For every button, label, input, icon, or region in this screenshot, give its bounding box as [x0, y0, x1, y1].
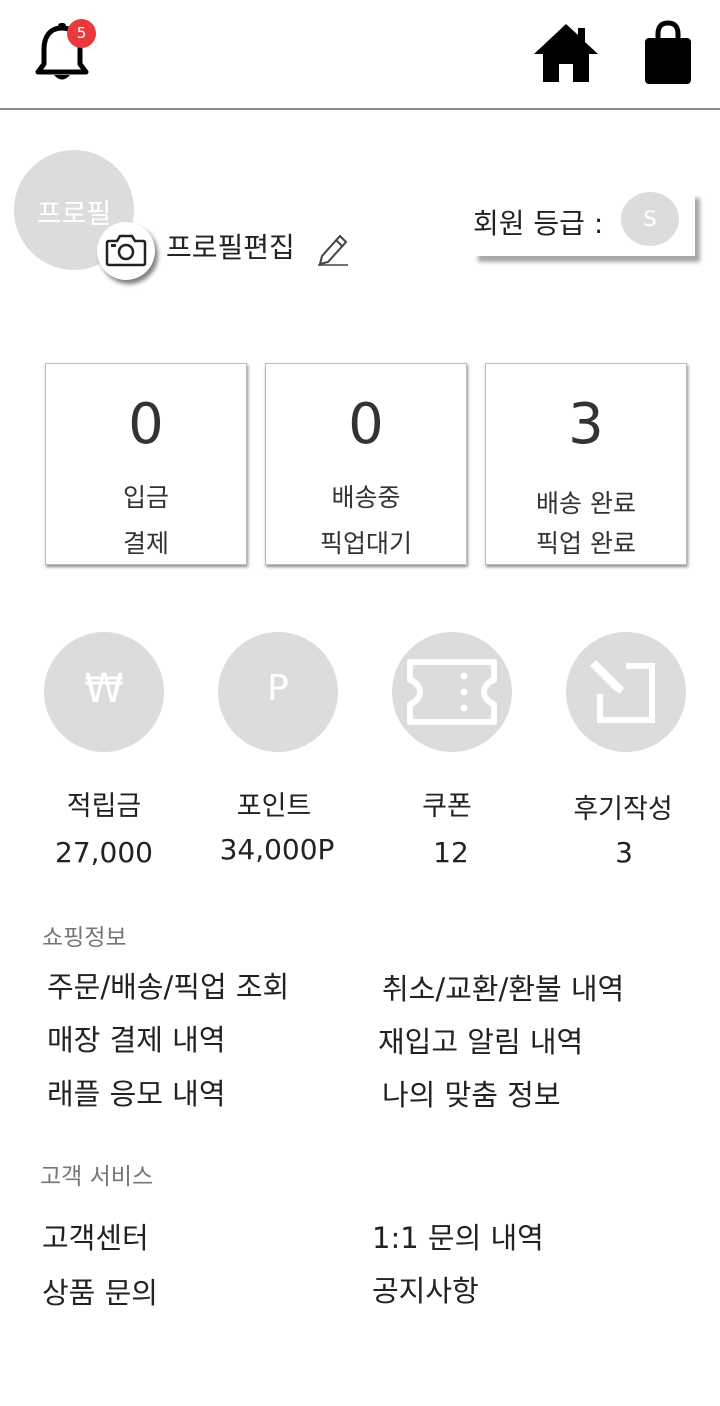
- menu-restock-alert[interactable]: 재입고 알림 내역: [378, 1019, 583, 1061]
- menu-raffle-history[interactable]: 래플 응모 내역: [47, 1071, 226, 1113]
- status-label: 결제: [122, 529, 169, 558]
- menu-inquiry-history[interactable]: 1:1 문의 내역: [372, 1215, 544, 1257]
- status-box-delivered[interactable]: 3 배송 완료 픽업 완료: [485, 363, 687, 565]
- top-header: 5: [0, 0, 720, 110]
- profile-edit-link[interactable]: 프로필편집: [166, 226, 295, 266]
- status-box-shipping[interactable]: 0 배송중 픽업대기: [265, 363, 467, 565]
- won-button[interactable]: ₩: [44, 632, 164, 752]
- status-count: 0: [128, 392, 164, 457]
- benefit-label-coupon: 쿠폰: [422, 791, 472, 822]
- shopping-section-title: 쇼핑정보: [42, 925, 127, 951]
- benefit-value-point: 34,000P: [219, 833, 335, 866]
- review-write-icon: [590, 660, 655, 723]
- shopping-bag-icon[interactable]: [643, 20, 693, 86]
- benefit-value-review: 3: [615, 836, 633, 869]
- menu-notice[interactable]: 공지사항: [372, 1268, 479, 1310]
- review-write-button[interactable]: [566, 632, 686, 752]
- benefit-value-coupon: 12: [433, 836, 469, 869]
- status-label: 입금: [122, 483, 169, 512]
- menu-product-inquiry[interactable]: 상품 문의: [42, 1270, 158, 1312]
- benefit-label-review: 후기작성: [573, 794, 673, 825]
- camera-button[interactable]: [97, 222, 155, 280]
- status-count: 0: [348, 392, 384, 457]
- benefit-label-point: 포인트: [236, 791, 312, 822]
- camera-icon: [105, 234, 147, 267]
- menu-order-lookup[interactable]: 주문/배송/픽업 조회: [47, 964, 289, 1006]
- status-label: 픽업대기: [319, 529, 412, 558]
- point-icon: P: [267, 668, 289, 709]
- member-grade-card: 회원 등급 : S: [473, 192, 695, 256]
- menu-my-custom-info[interactable]: 나의 맞춤 정보: [382, 1072, 561, 1114]
- menu-cancel-history[interactable]: 취소/교환/환불 내역: [382, 966, 624, 1008]
- coupon-button[interactable]: [392, 632, 512, 752]
- benefit-value-reserve: 27,000: [55, 836, 153, 869]
- status-label: 픽업 완료: [536, 529, 636, 558]
- home-icon[interactable]: [532, 22, 600, 84]
- pencil-icon[interactable]: [316, 230, 350, 266]
- menu-customer-center[interactable]: 고객센터: [42, 1215, 149, 1257]
- notification-badge: 5: [67, 19, 96, 48]
- status-box-payment[interactable]: 0 입금 결제: [45, 363, 247, 565]
- member-grade-label: 회원 등급 :: [473, 207, 604, 240]
- status-count: 3: [568, 392, 604, 457]
- status-label: 배송중: [331, 483, 401, 512]
- coupon-icon: [407, 659, 497, 725]
- won-icon: ₩: [84, 666, 124, 712]
- status-label: 배송 완료: [536, 489, 636, 518]
- member-grade-badge: S: [621, 192, 679, 246]
- point-button[interactable]: P: [218, 632, 338, 752]
- benefit-label-reserve: 적립금: [66, 791, 142, 822]
- service-section-title: 고객 서비스: [40, 1164, 154, 1190]
- menu-store-payment[interactable]: 매장 결제 내역: [47, 1017, 226, 1059]
